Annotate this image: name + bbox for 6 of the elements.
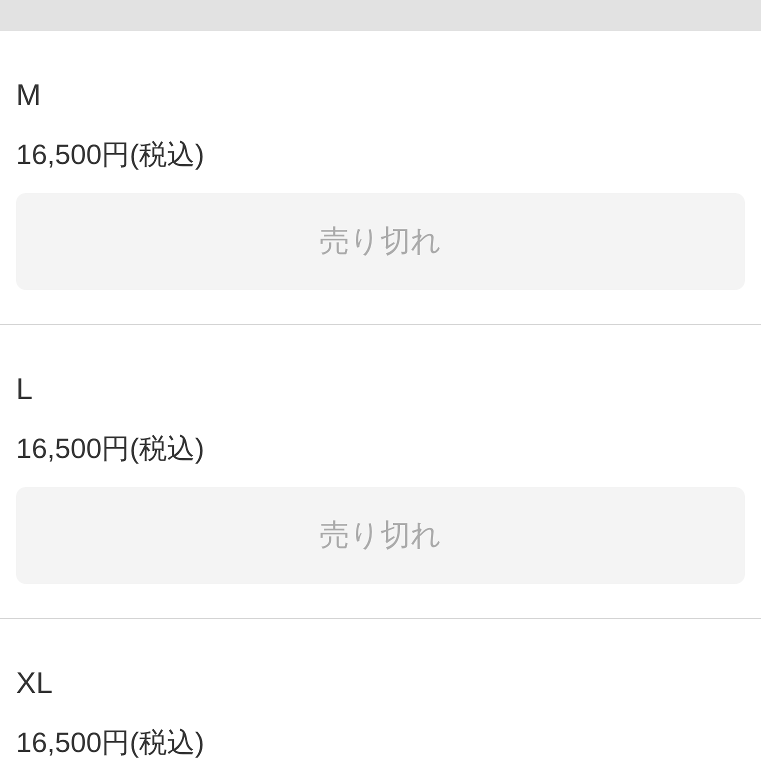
- price-text: 16,500円(税込): [16, 433, 206, 465]
- size-label: L: [16, 372, 34, 408]
- size-label: M: [16, 78, 42, 114]
- price-text: 16,500円(税込): [16, 727, 206, 759]
- size-label: XL: [16, 666, 54, 702]
- price-text: 16,500円(税込): [16, 139, 206, 171]
